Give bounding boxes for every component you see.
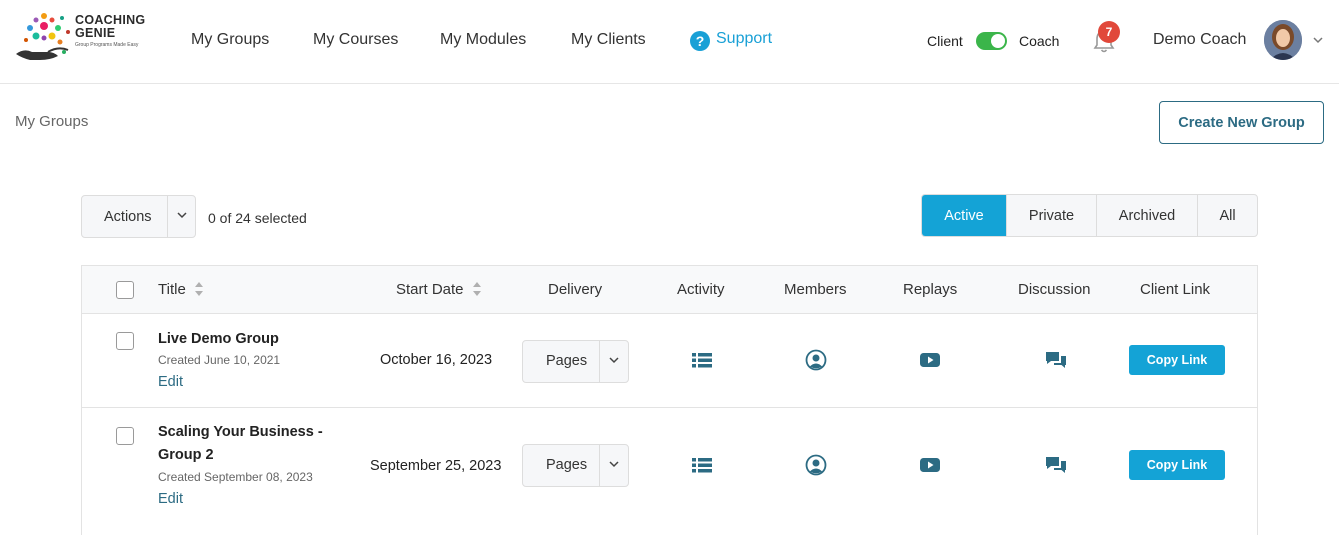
chevron-down-icon[interactable] (607, 353, 621, 367)
delivery-label: Pages (546, 457, 588, 473)
actions-label: Actions (104, 209, 152, 225)
copy-link-button[interactable]: Copy Link (1129, 345, 1225, 375)
members-user-icon[interactable] (805, 349, 827, 371)
role-coach-label: Coach (1019, 33, 1060, 49)
group-title[interactable]: Live Demo Group (158, 328, 328, 351)
activity-list-icon[interactable] (691, 349, 713, 371)
nav-my-courses[interactable]: My Courses (313, 31, 398, 49)
support-label: Support (716, 30, 773, 47)
avatar[interactable] (1264, 20, 1302, 60)
chevron-down-icon[interactable] (607, 457, 621, 471)
discussion-comments-icon[interactable] (1045, 454, 1067, 476)
table-row: Scaling Your Business - Group 2 Created … (82, 408, 1257, 536)
replays-video-icon[interactable] (919, 349, 941, 371)
created-date: Created September 08, 2023 (158, 470, 313, 484)
group-title[interactable]: Scaling Your Business - Group 2 (158, 421, 323, 467)
table-row: Live Demo Group Created June 10, 2021 Ed… (82, 314, 1257, 408)
created-date: Created June 10, 2021 (158, 353, 281, 367)
status-filter-group: Active Private Archived All (921, 194, 1258, 237)
filter-active[interactable]: Active (922, 195, 1006, 236)
column-start-date[interactable]: Start Date (396, 281, 482, 298)
nav-my-groups[interactable]: My Groups (191, 31, 269, 49)
delivery-label: Pages (546, 353, 588, 369)
column-title[interactable]: Title (158, 281, 204, 298)
sort-icon (194, 282, 203, 296)
nav-support[interactable]: ? Support (690, 30, 772, 51)
breadcrumb: My Groups (15, 113, 89, 130)
divider (599, 341, 600, 382)
start-date: October 16, 2023 (380, 352, 493, 368)
chevron-down-icon[interactable] (1312, 34, 1324, 46)
replays-video-icon[interactable] (919, 454, 941, 476)
create-new-group-button[interactable]: Create New Group (1159, 101, 1324, 144)
members-user-icon[interactable] (805, 454, 827, 476)
delivery-dropdown[interactable]: Pages (522, 444, 629, 487)
brand-tagline: Group Programs Made Easy (75, 42, 139, 48)
column-replays: Replays (903, 281, 958, 298)
divider (599, 445, 600, 486)
filter-archived[interactable]: Archived (1096, 195, 1197, 236)
activity-list-icon[interactable] (691, 454, 713, 476)
user-name[interactable]: Demo Coach (1153, 31, 1246, 49)
nav-my-clients[interactable]: My Clients (571, 31, 646, 49)
groups-table: Title Start Date Delivery Activity Membe… (81, 265, 1258, 535)
row-checkbox[interactable] (116, 332, 134, 350)
column-client-link: Client Link (1140, 281, 1211, 298)
row-checkbox[interactable] (116, 427, 134, 445)
copy-link-button[interactable]: Copy Link (1129, 450, 1225, 480)
notification-count-badge: 7 (1098, 21, 1120, 43)
column-title-label: Title (158, 281, 186, 298)
filter-private[interactable]: Private (1006, 195, 1096, 236)
nav-my-modules[interactable]: My Modules (440, 31, 526, 49)
column-discussion: Discussion (1018, 281, 1091, 298)
brand-name-line2: GENIE (75, 26, 116, 40)
edit-link[interactable]: Edit (158, 374, 183, 390)
discussion-comments-icon[interactable] (1045, 349, 1067, 371)
start-date: September 25, 2023 (370, 458, 502, 474)
column-delivery: Delivery (548, 281, 603, 298)
filter-all[interactable]: All (1197, 195, 1257, 236)
chevron-down-icon[interactable] (175, 208, 189, 222)
divider (167, 196, 168, 237)
role-client-label: Client (927, 33, 963, 49)
coaching-genie-logo[interactable]: COACHING GENIE Group Programs Made Easy (14, 10, 154, 64)
table-header: Title Start Date Delivery Activity Membe… (82, 266, 1257, 314)
top-navigation-bar: COACHING GENIE Group Programs Made Easy M… (0, 0, 1339, 84)
question-icon: ? (690, 31, 710, 51)
column-members: Members (784, 281, 847, 298)
brand-name-line1: COACHING (75, 13, 146, 27)
sort-icon (472, 282, 481, 296)
selected-count: 0 of 24 selected (208, 210, 307, 226)
genie-lamp-icon (16, 13, 70, 60)
actions-dropdown[interactable]: Actions (81, 195, 196, 238)
column-activity: Activity (677, 281, 725, 298)
delivery-dropdown[interactable]: Pages (522, 340, 629, 383)
select-all-checkbox[interactable] (116, 281, 134, 299)
edit-link[interactable]: Edit (158, 491, 183, 507)
toggle-knob (991, 34, 1005, 48)
column-start-date-label: Start Date (396, 281, 464, 298)
role-toggle[interactable] (976, 32, 1007, 50)
